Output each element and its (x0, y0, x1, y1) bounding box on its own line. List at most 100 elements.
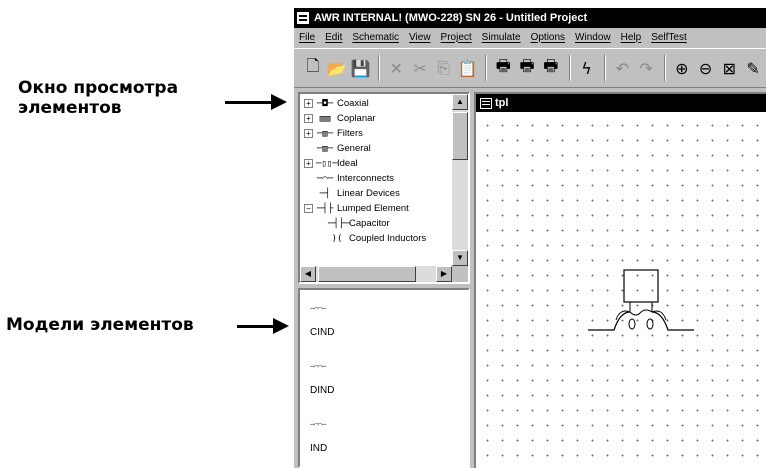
tree-item-label: Coplanar (337, 113, 376, 124)
element-models-panel: ─⌒⌒─ CIND ─⌒⌒─ DIND ─⌒⌒─ IND (298, 288, 470, 468)
coil-loop-right (646, 318, 654, 330)
tree-item[interactable]: + ▥▥ Coplanar (302, 111, 452, 126)
zoom-out-icon[interactable]: ⊖ (695, 56, 717, 80)
inductor-coil (615, 309, 667, 321)
delete-icon[interactable]: ✕ (385, 56, 407, 80)
menu-window[interactable]: Window (570, 32, 616, 43)
menu-edit[interactable]: Edit (320, 32, 347, 43)
zoom-fit-icon[interactable]: ⊠ (718, 56, 740, 80)
tree-item[interactable]: + ─▯▯─ Ideal (302, 156, 452, 171)
zoom-in-icon[interactable]: ⊕ (671, 56, 693, 80)
component-wires (588, 311, 694, 331)
element-tree: + ─◘─ Coaxial + ▥▥ Coplanar + ─▥─ Filters ─▥─ Gene… (302, 96, 452, 264)
tree-item[interactable]: + ─▥─ Filters (302, 126, 452, 141)
menu-schematic[interactable]: Schematic (347, 32, 404, 43)
app-logo-icon[interactable] (296, 11, 310, 25)
tree-item-label: Ideal (337, 158, 358, 169)
coupled-inductor-component[interactable] (586, 268, 696, 348)
menu-view[interactable]: View (404, 32, 436, 43)
element-category-icon: ─┤├─ (328, 218, 350, 229)
element-browser-caption: Окно просмотра элементов (18, 78, 179, 118)
menu-simulate[interactable]: Simulate (477, 32, 526, 43)
simulate-icon[interactable]: ϟ (576, 56, 598, 80)
tree-item-label: Interconnects (337, 173, 395, 184)
arrow-to-browser-icon (225, 94, 287, 110)
tree-item[interactable]: ─┤ Linear Devices (302, 186, 452, 201)
scrollbar-corner (452, 266, 468, 282)
tree-vscroll-thumb[interactable] (452, 112, 468, 160)
main-toolbar: 🗋 📂 💾 ✕ ✂ ⎘ 📋 🖶 🖶 🖶 ϟ ↶ ↷ ⊕ ⊖ ⊠ ✎ (294, 48, 766, 88)
menu-options[interactable]: Options (526, 32, 570, 43)
coil-loop-left (628, 318, 636, 330)
undo-icon[interactable]: ↶ (611, 56, 633, 80)
schematic-window: tpl (474, 92, 766, 468)
expand-icon[interactable]: + (304, 129, 313, 138)
toolbar-separator (485, 55, 488, 81)
model-item[interactable]: ─⌒⌒─ CIND (310, 304, 334, 338)
new-document-icon[interactable]: 🗋 (302, 56, 324, 80)
inductor-symbol-icon: ─⌒⌒─ (310, 420, 326, 429)
window-title: AWR INTERNAL! (MWO-228) SN 26 - Untitled… (314, 12, 588, 24)
menu-selftest[interactable]: SelfTest (646, 32, 692, 43)
element-category-icon: ▥▥ (319, 113, 331, 124)
paste-icon[interactable]: 📋 (457, 56, 479, 80)
tree-item-label: Filters (337, 128, 363, 139)
expand-icon[interactable]: + (304, 114, 313, 123)
schematic-titlebar[interactable]: tpl (476, 94, 766, 112)
tree-item-label: Coaxial (337, 98, 369, 109)
toolbar-separator (663, 55, 666, 81)
scroll-left-icon[interactable]: ◀ (300, 266, 316, 282)
collapse-icon[interactable]: − (304, 204, 313, 213)
scroll-up-icon[interactable]: ▲ (452, 94, 468, 110)
menu-project[interactable]: Project (436, 32, 477, 43)
model-item[interactable]: ─⌒⌒─ DIND (310, 362, 334, 396)
toolbar-separator (604, 55, 607, 81)
tree-item-label: General (337, 143, 371, 154)
schematic-canvas[interactable] (476, 112, 766, 468)
cut-icon[interactable]: ✂ (409, 56, 431, 80)
tree-item-label: Coupled Inductors (349, 233, 427, 244)
element-browser: + ─◘─ Coaxial + ▥▥ Coplanar + ─▥─ Filters ─▥─ Gene… (298, 92, 470, 284)
element-category-icon: ─▯▯─ (316, 158, 338, 169)
model-item[interactable]: ─⌒⌒─ IND (310, 420, 327, 454)
print-setup-icon[interactable]: 🖶 (540, 56, 562, 80)
app-window: AWR INTERNAL! (MWO-228) SN 26 - Untitled… (294, 8, 766, 468)
element-category-icon: ─▥─ (316, 128, 334, 139)
tree-item[interactable]: + ─◘─ Coaxial (302, 96, 452, 111)
wire-tool-icon[interactable]: ✎ (742, 56, 764, 80)
tree-item[interactable]: ─▥─ General (302, 141, 452, 156)
save-icon[interactable]: 💾 (350, 56, 372, 80)
element-category-icon: ─⌒─ (316, 173, 334, 184)
print-icon[interactable]: 🖶 (492, 56, 514, 80)
expand-icon (304, 144, 313, 153)
tree-item-label: Lumped Element (337, 203, 409, 214)
tree-item[interactable]: ─⌒─ Interconnects (302, 171, 452, 186)
tree-item[interactable]: − ─┤├ Lumped Element (302, 201, 452, 216)
element-category-icon: )( (331, 233, 343, 244)
scroll-right-icon[interactable]: ▶ (436, 266, 452, 282)
tree-item-label: Capacitor (349, 218, 390, 229)
copy-icon[interactable]: ⎘ (433, 56, 455, 80)
window-titlebar[interactable]: AWR INTERNAL! (MWO-228) SN 26 - Untitled… (294, 8, 766, 28)
expand-icon[interactable]: + (304, 99, 313, 108)
toolbar-separator (568, 55, 571, 81)
menu-file[interactable]: File (294, 32, 320, 43)
redo-icon[interactable]: ↷ (635, 56, 657, 80)
tree-horizontal-scrollbar[interactable]: ◀ ▶ (300, 266, 452, 282)
menu-help[interactable]: Help (616, 32, 647, 43)
model-name: DIND (310, 385, 335, 396)
expand-icon[interactable]: + (304, 159, 313, 168)
inductor-symbol-icon: ─⌒⌒─ (310, 362, 326, 371)
scroll-down-icon[interactable]: ▼ (452, 250, 468, 266)
arrow-to-models-icon (237, 318, 289, 334)
tree-item[interactable]: )( Coupled Inductors (302, 231, 452, 246)
tree-vertical-scrollbar[interactable]: ▲ ▼ (452, 94, 468, 266)
tree-item-label: Linear Devices (337, 188, 400, 199)
tree-item[interactable]: ─┤├─ Capacitor (302, 216, 452, 231)
element-category-icon: ─◘─ (316, 98, 334, 109)
schematic-doc-icon (480, 97, 492, 109)
menu-bar: File Edit Schematic View Project Simulate Opti… (294, 28, 766, 46)
print-preview-icon[interactable]: 🖶 (516, 56, 538, 80)
tree-hscroll-thumb[interactable] (318, 266, 416, 282)
open-folder-icon[interactable]: 📂 (326, 56, 348, 80)
